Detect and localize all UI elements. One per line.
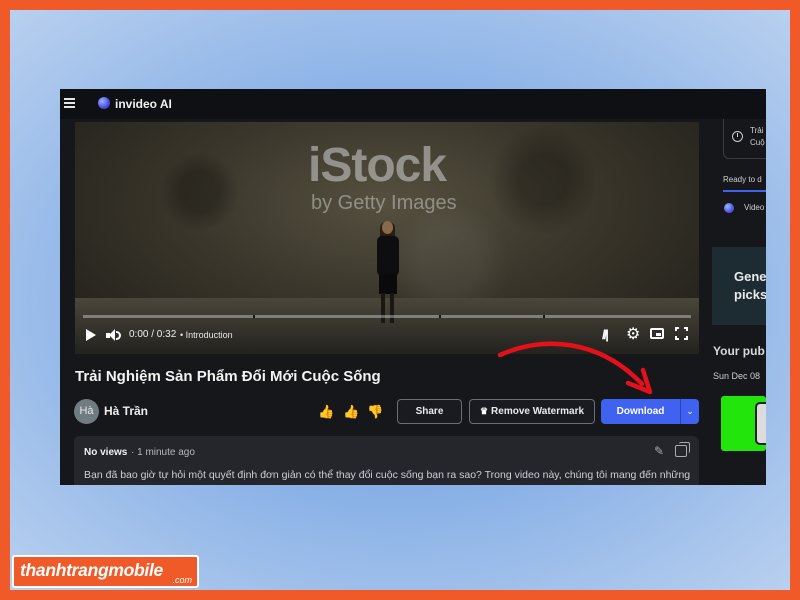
chapters-icon[interactable]: //| (602, 327, 609, 342)
like-icon[interactable]: 👍 (343, 404, 359, 420)
publish-heading: Your pub (713, 344, 765, 358)
side-video-label[interactable]: Video (744, 203, 764, 212)
miniplayer-icon[interactable] (650, 328, 664, 339)
play-icon[interactable] (86, 329, 96, 341)
ready-progress (723, 190, 766, 192)
description-box: No views · 1 minute ago ✎ Bạn đã bao giờ… (74, 436, 699, 485)
right-sidebar: Trải Cuộ Ready to d Video Gene picks You… (712, 119, 766, 485)
brand-logo: thanhtrangmobile .com (12, 555, 199, 588)
remove-watermark-button[interactable]: ♛ Remove Watermark (469, 399, 595, 424)
volume-icon[interactable] (106, 329, 122, 342)
video-title: Trải Nghiệm Sản Phẩm Đổi Mới Cuộc Sống (75, 368, 381, 385)
upload-age: · 1 minute ago (131, 447, 195, 458)
view-count: No views (84, 447, 128, 458)
edit-icon[interactable]: ✎ (654, 444, 664, 458)
generate-line2: picks (734, 287, 766, 302)
thumbnail-device (755, 402, 766, 445)
brand-name: thanhtrangmobile (20, 560, 163, 580)
invideo-logo-icon (724, 203, 734, 213)
description-text: Bạn đã bao giờ tự hỏi một quyết định đơn… (84, 469, 691, 481)
app-window: invideo AI iStock by Getty Images 0:00 /… (60, 89, 766, 485)
generate-line1: Gene (734, 269, 766, 284)
top-bar: invideo AI (60, 89, 766, 119)
time-display: 0:00 / 0:32 (129, 329, 177, 340)
ready-label: Ready to d (723, 175, 762, 184)
chevron-down-icon[interactable]: ⌄ (680, 399, 699, 424)
side-card-line1: Trải (750, 126, 764, 135)
author-name[interactable]: Hà Trần (104, 404, 148, 418)
watermark-main: iStock (308, 139, 447, 192)
dislike-icon[interactable]: 👎 (367, 404, 383, 420)
app-name: invideo AI (115, 97, 172, 111)
video-player[interactable]: iStock by Getty Images 0:00 / 0:32 • Int… (75, 122, 699, 354)
brand-suffix: .com (172, 575, 192, 585)
watermark-sub: by Getty Images (311, 192, 457, 214)
share-button[interactable]: Share (397, 399, 462, 424)
generate-card[interactable] (712, 247, 766, 325)
video-subject (371, 221, 405, 326)
publish-date: Sun Dec 08 (713, 371, 761, 381)
avatar[interactable]: Hà (74, 399, 99, 424)
fullscreen-icon[interactable] (675, 327, 688, 340)
gear-icon[interactable]: ⚙ (626, 324, 640, 344)
download-button[interactable]: Download (601, 399, 680, 424)
crown-icon: ♛ (479, 406, 489, 416)
copy-icon[interactable] (675, 442, 690, 457)
chapter-label[interactable]: • Introduction (180, 330, 233, 340)
love-reaction-icon[interactable]: 👍 (318, 404, 334, 420)
invideo-logo-icon (98, 97, 110, 109)
side-card-line2: Cuộ (750, 138, 765, 147)
menu-icon[interactable] (64, 98, 75, 108)
remove-watermark-label: Remove Watermark (491, 406, 585, 417)
clock-icon (732, 131, 743, 142)
player-controls: 0:00 / 0:32 • Introduction //| ⚙ (75, 318, 699, 354)
